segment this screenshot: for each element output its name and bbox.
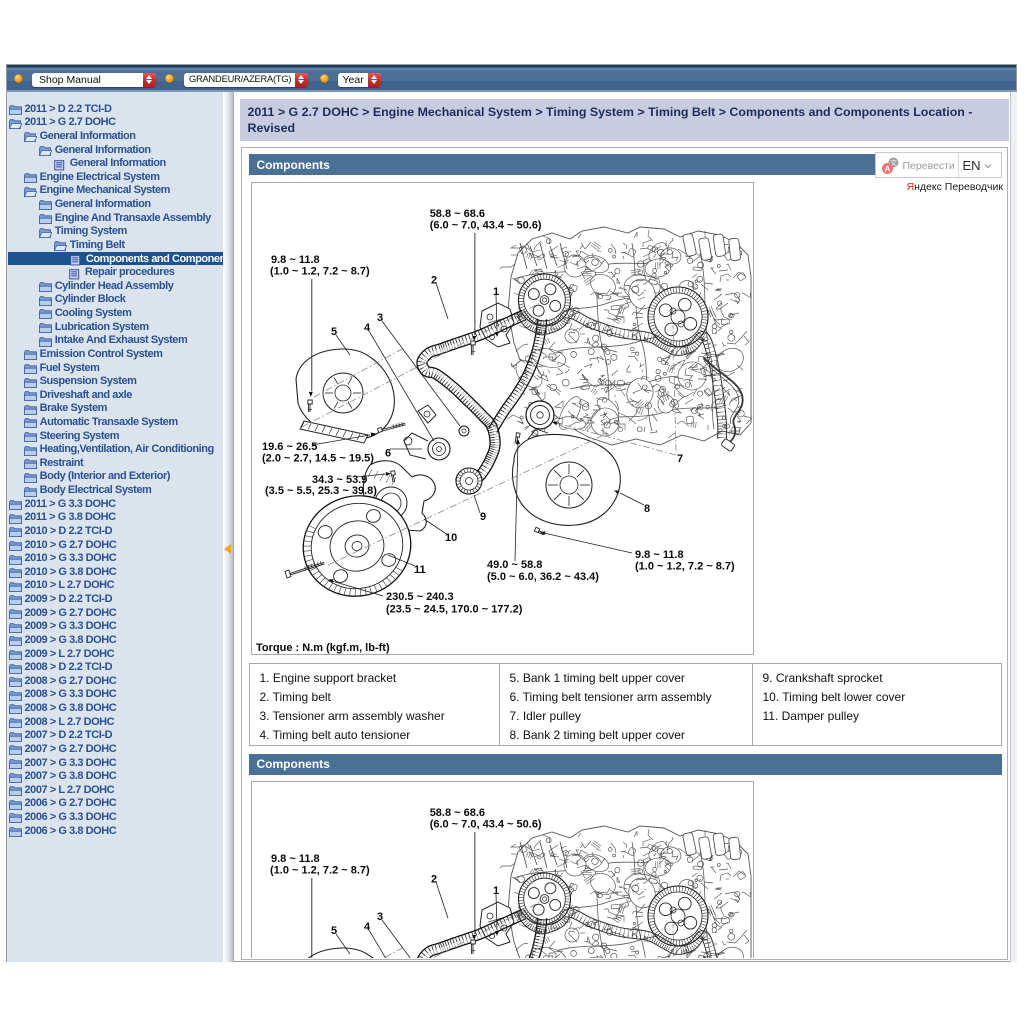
svg-text:5: 5 <box>331 326 337 338</box>
svg-text:4: 4 <box>364 322 371 334</box>
svg-text:230.5 ~ 240.3: 230.5 ~ 240.3 <box>386 591 454 603</box>
svg-text:9: 9 <box>480 511 486 523</box>
svg-text:11: 11 <box>414 564 426 576</box>
svg-text:(5.0 ~ 6.0, 36.2 ~ 43.4): (5.0 ~ 6.0, 36.2 ~ 43.4) <box>487 571 599 583</box>
svg-text:Torque : N.m (kgf.m, lb-ft): Torque : N.m (kgf.m, lb-ft) <box>256 642 390 654</box>
svg-text:2: 2 <box>431 274 437 286</box>
svg-text:9.8 ~ 11.8: 9.8 ~ 11.8 <box>635 549 684 561</box>
svg-text:7: 7 <box>677 453 683 465</box>
svg-text:(23.5 ~ 24.5, 170.0 ~ 177.2): (23.5 ~ 24.5, 170.0 ~ 177.2) <box>386 603 523 615</box>
svg-text:(1.0 ~ 1.2, 7.2 ~ 8.7): (1.0 ~ 1.2, 7.2 ~ 8.7) <box>635 560 735 572</box>
svg-text:1: 1 <box>493 286 499 298</box>
svg-text:A: A <box>884 164 890 173</box>
svg-text:8: 8 <box>644 503 650 515</box>
svg-text:10: 10 <box>445 532 457 544</box>
svg-text:9.8 ~ 11.8: 9.8 ~ 11.8 <box>271 254 320 266</box>
svg-text:(2.0 ~ 2.7, 14.5 ~ 19.5): (2.0 ~ 2.7, 14.5 ~ 19.5) <box>262 452 374 464</box>
svg-text:(6.0 ~ 7.0, 43.4 ~ 50.6): (6.0 ~ 7.0, 43.4 ~ 50.6) <box>429 219 541 231</box>
svg-text:58.8 ~ 68.6: 58.8 ~ 68.6 <box>429 208 484 220</box>
svg-text:19.6 ~ 26.5: 19.6 ~ 26.5 <box>262 441 317 453</box>
svg-text:6: 6 <box>385 447 391 459</box>
svg-text:(3.5 ~ 5.5, 25.3 ~ 39.8): (3.5 ~ 5.5, 25.3 ~ 39.8) <box>265 485 377 497</box>
svg-text:49.0 ~ 58.8: 49.0 ~ 58.8 <box>487 559 542 571</box>
svg-text:3: 3 <box>377 312 383 324</box>
svg-text:(1.0 ~ 1.2, 7.2 ~ 8.7): (1.0 ~ 1.2, 7.2 ~ 8.7) <box>270 265 370 277</box>
